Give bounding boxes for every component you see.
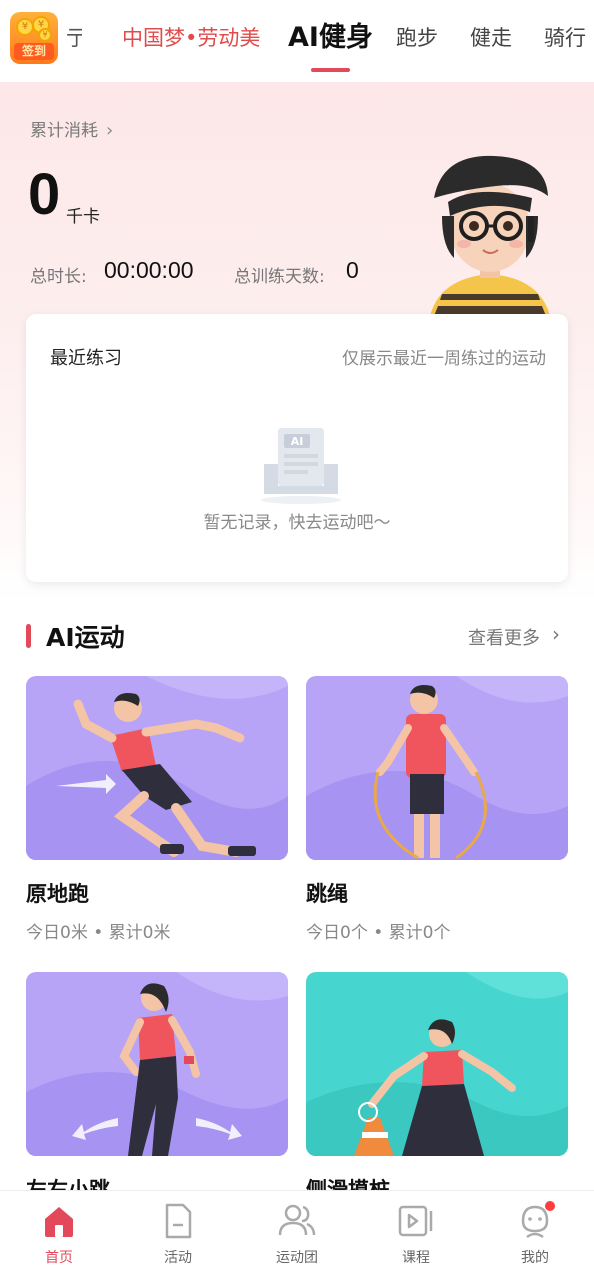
- calories-value: 0: [28, 162, 61, 227]
- nav-label: 我的: [521, 1250, 549, 1266]
- sport-card-jump-rope[interactable]: 跳绳 今日0个 • 累计0个: [306, 676, 568, 943]
- nav-label: 活动: [164, 1250, 192, 1266]
- nav-home[interactable]: 首页: [0, 1191, 118, 1280]
- sport-name: 原地跑: [26, 882, 89, 906]
- stats-hero: 累计消耗 › 0 千卡 总时长: 00:00:00 总训练天数: 0 最近练习 仅…: [0, 82, 594, 602]
- recent-practice-title: 最近练习: [50, 348, 122, 369]
- side-slide-image: [306, 972, 568, 1156]
- tab-walking[interactable]: 健走: [470, 18, 512, 58]
- sport-stats: 今日0个 • 累计0个: [306, 923, 451, 943]
- empty-icon-label: AI: [291, 435, 304, 448]
- avatar-illustration: [430, 155, 550, 316]
- jump-rope-image: [306, 676, 568, 860]
- chevron-right-icon[interactable]: ›: [552, 622, 560, 646]
- coin-icon: ¥: [38, 28, 52, 42]
- active-tab-indicator: [311, 68, 350, 72]
- tab-partial[interactable]: 亍: [66, 18, 82, 58]
- nav-label: 运动团: [276, 1250, 318, 1266]
- ai-sport-title: AI运动: [46, 623, 125, 652]
- home-icon: [45, 1207, 73, 1237]
- sport-card-in-place-run[interactable]: 原地跑 今日0米 • 累计0米: [26, 676, 288, 943]
- category-tabs: 亍 中国梦•劳动美 AI健身 跑步 健走 骑行: [66, 18, 594, 58]
- tab-running[interactable]: 跑步: [396, 18, 438, 58]
- empty-record-text: 暂无记录，快去运动吧～: [203, 513, 391, 533]
- group-icon: [278, 1204, 316, 1236]
- recent-practice-hint: 仅展示最近一周练过的运动: [342, 349, 546, 369]
- recent-practice-card: 最近练习 仅展示最近一周练过的运动 AI 暂无记录，快去运动吧～: [26, 314, 568, 582]
- sign-in-button[interactable]: ¥ ¥ ¥ 签到: [10, 12, 58, 64]
- tab-ai-fitness[interactable]: AI健身: [288, 18, 373, 58]
- duration-label: 总时长:: [30, 267, 87, 287]
- activity-icon: [165, 1203, 192, 1239]
- training-days-label: 总训练天数:: [234, 267, 325, 287]
- top-tab-bar: ¥ ¥ ¥ 签到 亍 中国梦•劳动美 AI健身 跑步 健走 骑行: [0, 0, 594, 82]
- cumulative-consumption-link[interactable]: 累计消耗 ›: [30, 116, 113, 141]
- tab-cycling[interactable]: 骑行: [544, 18, 586, 58]
- nav-label: 课程: [402, 1250, 430, 1266]
- nav-profile[interactable]: 我的: [476, 1191, 594, 1280]
- chevron-right-icon: ›: [106, 120, 114, 141]
- view-more-link[interactable]: 查看更多: [468, 624, 540, 650]
- bottom-navigation: 首页 活动 运动团 课程 我的: [0, 1190, 594, 1280]
- sport-card-side-slide[interactable]: 侧滑摸桩: [306, 972, 568, 1204]
- side-hop-image: [26, 972, 288, 1156]
- nav-course[interactable]: 课程: [357, 1191, 475, 1280]
- sport-stats: 今日0米 • 累计0米: [26, 923, 171, 943]
- empty-record-icon: AI: [261, 428, 341, 504]
- duration-value: 00:00:00: [104, 257, 194, 283]
- tab-labor-day[interactable]: 中国梦•劳动美: [122, 18, 260, 58]
- section-accent-bar: [26, 624, 31, 648]
- calories-unit: 千卡: [66, 207, 100, 227]
- cumulative-label: 累计消耗: [30, 121, 98, 141]
- nav-sport-group[interactable]: 运动团: [238, 1191, 356, 1280]
- in-place-run-image: [26, 676, 288, 860]
- nav-activity[interactable]: 活动: [119, 1191, 237, 1280]
- course-icon: [398, 1205, 433, 1237]
- nav-label: 首页: [45, 1250, 73, 1266]
- sign-in-label: 签到: [14, 43, 54, 60]
- training-days-value: 0: [346, 257, 359, 283]
- sport-card-side-hop[interactable]: 左右小跳: [26, 972, 288, 1204]
- sport-name: 跳绳: [306, 882, 348, 906]
- notification-dot: [545, 1201, 555, 1211]
